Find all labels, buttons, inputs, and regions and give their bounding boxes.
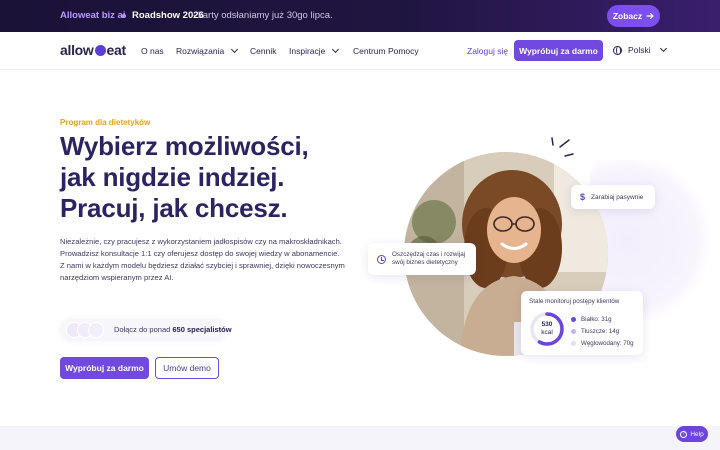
book-demo-button[interactable]: Umów demo bbox=[155, 357, 219, 379]
alloweat-logo[interactable]: allow eat bbox=[60, 42, 126, 58]
language-selector[interactable]: Polski bbox=[613, 44, 667, 55]
question-icon: ? bbox=[680, 430, 688, 438]
legend-dot-icon bbox=[571, 340, 576, 346]
logo-text-left: allow bbox=[60, 42, 94, 58]
nav-item-label: Inspiracje bbox=[289, 46, 326, 56]
next-section-band bbox=[0, 426, 720, 450]
announcement-cta-label: Zobacz bbox=[612, 11, 643, 21]
nav-item-cennik[interactable]: Cennik bbox=[250, 46, 276, 56]
nav-item-label: Rozwiązania bbox=[176, 46, 225, 56]
description-line: Z nami w każdym modelu będziesz działać … bbox=[60, 261, 345, 270]
description-line: Niezależnie, czy pracujesz z wykorzystan… bbox=[60, 237, 342, 246]
save-card-line: Oszczędzaj czas i rozwijaj bbox=[392, 251, 466, 258]
language-label: Polski bbox=[628, 45, 651, 55]
nav-item-centrum-pomocy[interactable]: Centrum Pomocy bbox=[353, 46, 419, 56]
social-proof-text: Dołącz do ponad 650 specjalistów bbox=[114, 325, 232, 334]
announcement-bar: Alloweat biz ai Roadshow 2026 - karty od… bbox=[0, 0, 720, 32]
logo-text-right: eat bbox=[106, 42, 127, 58]
save-time-card: Oszczędzaj czas i rozwijaj swój biznes d… bbox=[368, 243, 476, 275]
calorie-total: 530 kcal bbox=[529, 321, 565, 336]
announcement-description: karty odsłaniamy już 30go lipca. bbox=[198, 10, 333, 21]
legend-label: Tłuszcze: 14g bbox=[581, 327, 620, 335]
legend-item-carbs: Węglowodany: 70g bbox=[571, 337, 634, 349]
clock-icon bbox=[377, 254, 386, 264]
legend-item-fat: Tłuszcze: 14g bbox=[571, 325, 634, 337]
nav-item-rozwiazania[interactable]: Rozwiązania bbox=[176, 45, 239, 56]
hero-description: Niezależnie, czy pracujesz z wykorzystan… bbox=[60, 236, 360, 284]
nav-item-o-nas[interactable]: O nas bbox=[141, 46, 164, 56]
help-label: Help bbox=[690, 430, 704, 438]
announcement-brand: Alloweat biz ai bbox=[60, 10, 126, 21]
announcement-separator: - bbox=[193, 10, 197, 21]
nav-item-label: Cennik bbox=[250, 46, 277, 56]
logo-mark-icon bbox=[94, 44, 106, 56]
description-line: narzędziom wspieranym przez AI. bbox=[60, 273, 174, 282]
legend-dot-icon bbox=[571, 328, 576, 334]
headline-line: Wybierz możliwości, bbox=[60, 131, 309, 161]
description-line: Prowadzisz konsultacje 1:1 czy oferujesz… bbox=[60, 249, 340, 258]
globe-icon bbox=[613, 45, 622, 55]
arrow-right-icon bbox=[646, 12, 654, 20]
client-progress-card: Stale monitoruj postępy klientów 530 kca… bbox=[521, 291, 643, 355]
announcement-cta-button[interactable]: Zobacz bbox=[607, 5, 660, 27]
specialist-avatars bbox=[66, 322, 104, 338]
hero-headline: Wybierz możliwości, jak nigdzie indziej.… bbox=[60, 131, 390, 224]
help-button[interactable]: ? Help bbox=[676, 426, 708, 442]
legend-label: Węglowodany: 70g bbox=[581, 339, 634, 347]
headline-line: Pracuj, jak chcesz. bbox=[60, 193, 288, 223]
hero-eyebrow: Program dla dietetyków bbox=[60, 118, 151, 127]
chevron-down-icon bbox=[659, 44, 667, 53]
dollar-icon: $ bbox=[580, 192, 586, 202]
earn-card-label: Zarabiaj pasywnie bbox=[591, 193, 644, 201]
try-free-nav-button[interactable]: Wypróbuj za darmo bbox=[514, 40, 603, 61]
calorie-value: 530 bbox=[541, 321, 553, 328]
legend-dot-icon bbox=[571, 316, 576, 322]
legend-item-protein: Białko: 31g bbox=[571, 313, 634, 325]
nav-item-label: O nas bbox=[141, 46, 164, 56]
progress-card-title: Stale monitoruj postępy klientów bbox=[529, 298, 620, 305]
chevron-down-icon bbox=[332, 45, 340, 54]
login-link[interactable]: Zaloguj się bbox=[467, 46, 508, 56]
calorie-unit: kcal bbox=[541, 328, 553, 336]
bullet-dot-icon bbox=[122, 14, 126, 18]
nav-item-inspiracje[interactable]: Inspiracje bbox=[289, 45, 340, 56]
save-card-line: swój biznes dietetyczny bbox=[392, 259, 458, 266]
save-card-text: Oszczędzaj czas i rozwijaj swój biznes d… bbox=[392, 251, 465, 267]
try-free-hero-button[interactable]: Wypróbuj za darmo bbox=[60, 357, 149, 379]
headline-line: jak nigdzie indziej. bbox=[60, 162, 285, 192]
join-prefix: Dołącz do ponad bbox=[114, 325, 171, 334]
earn-passively-card: $ Zarabiaj pasywnie bbox=[571, 185, 655, 209]
sparkle-lines-icon bbox=[551, 137, 574, 157]
macro-legend: Białko: 31g Tłuszcze: 14g Węglowodany: 7… bbox=[571, 313, 634, 349]
chevron-down-icon bbox=[231, 45, 239, 54]
nav-item-label: Centrum Pomocy bbox=[353, 46, 419, 56]
avatar bbox=[88, 322, 104, 338]
legend-label: Białko: 31g bbox=[581, 315, 612, 323]
join-count: 650 specjalistów bbox=[172, 325, 232, 334]
